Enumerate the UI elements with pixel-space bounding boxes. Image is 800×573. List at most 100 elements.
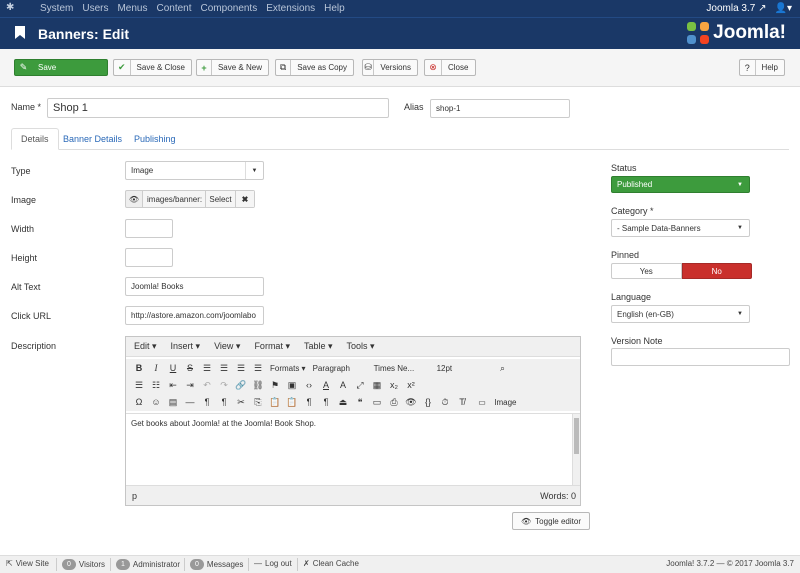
save-button[interactable]: ✎ Save [14, 59, 108, 76]
emoticon-icon[interactable]: ☺ [149, 395, 163, 409]
versions-button[interactable]: ⛁ Versions [362, 59, 418, 76]
italic-icon[interactable]: I [149, 361, 163, 375]
align-right-icon[interactable]: ☰ [234, 361, 248, 375]
blockquote-icon[interactable]: ❝ [353, 395, 367, 409]
close-button[interactable]: ⊗ Close [424, 59, 476, 76]
underline-icon[interactable]: U [166, 361, 180, 375]
readmore-icon[interactable]: ▭ [370, 395, 384, 409]
table-icon[interactable]: ▦ [370, 378, 384, 392]
hr-icon[interactable]: — [183, 395, 197, 409]
numbered-list-icon[interactable]: ☷ [149, 378, 163, 392]
bullet-list-icon[interactable]: ☰ [132, 378, 146, 392]
name-input[interactable]: Shop 1 [47, 98, 389, 118]
preview-icon[interactable]: 👁 [404, 395, 418, 409]
image-select-button[interactable]: Select [206, 191, 236, 207]
find-replace-icon[interactable]: ⌕ [496, 361, 510, 375]
align-left-icon[interactable]: ☰ [200, 361, 214, 375]
clear-icon[interactable]: ✖ [236, 191, 254, 207]
editor-menu-insert[interactable]: Insert ▾ [171, 341, 201, 352]
tab-banner-details[interactable]: Banner Details [54, 128, 131, 150]
toggle-editor-button[interactable]: 👁 Toggle editor [512, 512, 590, 530]
formats-dropdown[interactable]: Formats ▾ [268, 361, 308, 375]
superscript-icon[interactable]: x² [404, 378, 418, 392]
outdent-icon[interactable]: ⇤ [166, 378, 180, 392]
font-size-dropdown[interactable]: 12pt [435, 361, 493, 375]
subscript-icon[interactable]: x₂ [387, 378, 401, 392]
copy-text-icon[interactable]: ⎘ [251, 395, 265, 409]
width-input[interactable] [125, 219, 173, 238]
cut-icon[interactable]: ✂ [234, 395, 248, 409]
bg-color-icon[interactable]: A [336, 378, 350, 392]
editor-content[interactable]: Get books about Joomla! at the Joomla! B… [126, 413, 580, 486]
insert-time-icon[interactable]: ⏱ [438, 395, 452, 409]
save-new-button[interactable]: + Save & New [196, 59, 269, 76]
messages-link[interactable]: 0 Messages [190, 559, 243, 570]
version-note-input[interactable] [611, 348, 790, 366]
editor-menu-table[interactable]: Table ▾ [304, 341, 333, 352]
link-icon[interactable]: 🔗 [234, 378, 248, 392]
editor-menu-format[interactable]: Format ▾ [254, 341, 290, 352]
font-family-dropdown[interactable]: Times Ne... [372, 361, 432, 375]
help-button[interactable]: ? Help [739, 59, 785, 76]
view-site-link[interactable]: ⇱ View Site [6, 559, 49, 568]
paste-text-icon[interactable]: 📋 [285, 395, 299, 409]
unlink-icon[interactable]: ⛓ [251, 378, 265, 392]
editor-scrollbar[interactable] [572, 414, 580, 486]
image-button[interactable]: ▭ Image [472, 395, 522, 409]
media-icon[interactable]: ▤ [166, 395, 180, 409]
alt-text-input[interactable]: Joomla! Books [125, 277, 264, 296]
menu-help[interactable]: Help [324, 3, 345, 14]
template-icon[interactable]: ⏏ [336, 395, 350, 409]
user-icon[interactable]: 👤▾ [775, 3, 792, 14]
redo-icon[interactable]: ↷ [217, 378, 231, 392]
image-path[interactable]: images/banner: [143, 191, 206, 207]
anchor-icon[interactable]: ⚑ [268, 378, 282, 392]
menu-components[interactable]: Components [201, 3, 258, 14]
show-blocks-icon[interactable]: ¶ [302, 395, 316, 409]
menu-system[interactable]: System [40, 3, 73, 14]
print-icon[interactable]: ⎙ [387, 395, 401, 409]
undo-icon[interactable]: ↶ [200, 378, 214, 392]
fullscreen-icon[interactable]: ⤢ [353, 378, 367, 392]
logout-link[interactable]: — Log out [254, 559, 292, 568]
menu-menus[interactable]: Menus [117, 3, 147, 14]
paragraph-dropdown[interactable]: Paragraph [311, 361, 369, 375]
click-url-input[interactable]: http://astore.amazon.com/joomlabo [125, 306, 264, 325]
menu-extensions[interactable]: Extensions [266, 3, 315, 14]
height-input[interactable] [125, 248, 173, 267]
editor-menu-tools[interactable]: Tools ▾ [347, 341, 375, 352]
ltr-icon[interactable]: ¶ [200, 395, 214, 409]
special-char-icon[interactable]: Ω [132, 395, 146, 409]
pinned-no[interactable]: No [681, 263, 752, 279]
align-justify-icon[interactable]: ☰ [251, 361, 265, 375]
editor-menu-view[interactable]: View ▾ [214, 341, 240, 352]
paste-icon[interactable]: 📋 [268, 395, 282, 409]
eye-icon[interactable]: 👁 [126, 191, 143, 207]
clear-format-icon[interactable]: T̸ [455, 395, 469, 409]
code-icon[interactable]: ‹› [302, 378, 316, 392]
align-center-icon[interactable]: ☰ [217, 361, 231, 375]
bold-icon[interactable]: B [132, 361, 146, 375]
scrollbar-thumb[interactable] [574, 418, 579, 454]
language-select[interactable]: English (en-GB) ▼ [611, 305, 750, 323]
element-path[interactable]: p [132, 491, 137, 501]
type-select[interactable]: Image ▼ [125, 161, 264, 180]
tab-details[interactable]: Details [11, 128, 59, 150]
joomla-logo-icon[interactable]: ✱ [6, 3, 16, 13]
alias-input[interactable]: shop-1 [430, 99, 570, 118]
text-color-icon[interactable]: A [319, 378, 333, 392]
image-icon[interactable]: ▣ [285, 378, 299, 392]
save-close-button[interactable]: ✔ Save & Close [113, 59, 192, 76]
code-sample-icon[interactable]: {} [421, 395, 435, 409]
strikethrough-icon[interactable]: S [183, 361, 197, 375]
save-copy-button[interactable]: ⧉ Save as Copy [275, 59, 354, 76]
visual-chars-icon[interactable]: ¶ [319, 395, 333, 409]
menu-users[interactable]: Users [82, 3, 108, 14]
category-select[interactable]: - Sample Data-Banners ▼ [611, 219, 750, 237]
menu-content[interactable]: Content [156, 3, 191, 14]
status-select[interactable]: Published ▼ [611, 176, 750, 193]
tab-publishing[interactable]: Publishing [125, 128, 185, 150]
clean-cache-link[interactable]: ✗ Clean Cache [303, 559, 359, 568]
indent-icon[interactable]: ⇥ [183, 378, 197, 392]
pinned-yes[interactable]: Yes [611, 263, 682, 279]
